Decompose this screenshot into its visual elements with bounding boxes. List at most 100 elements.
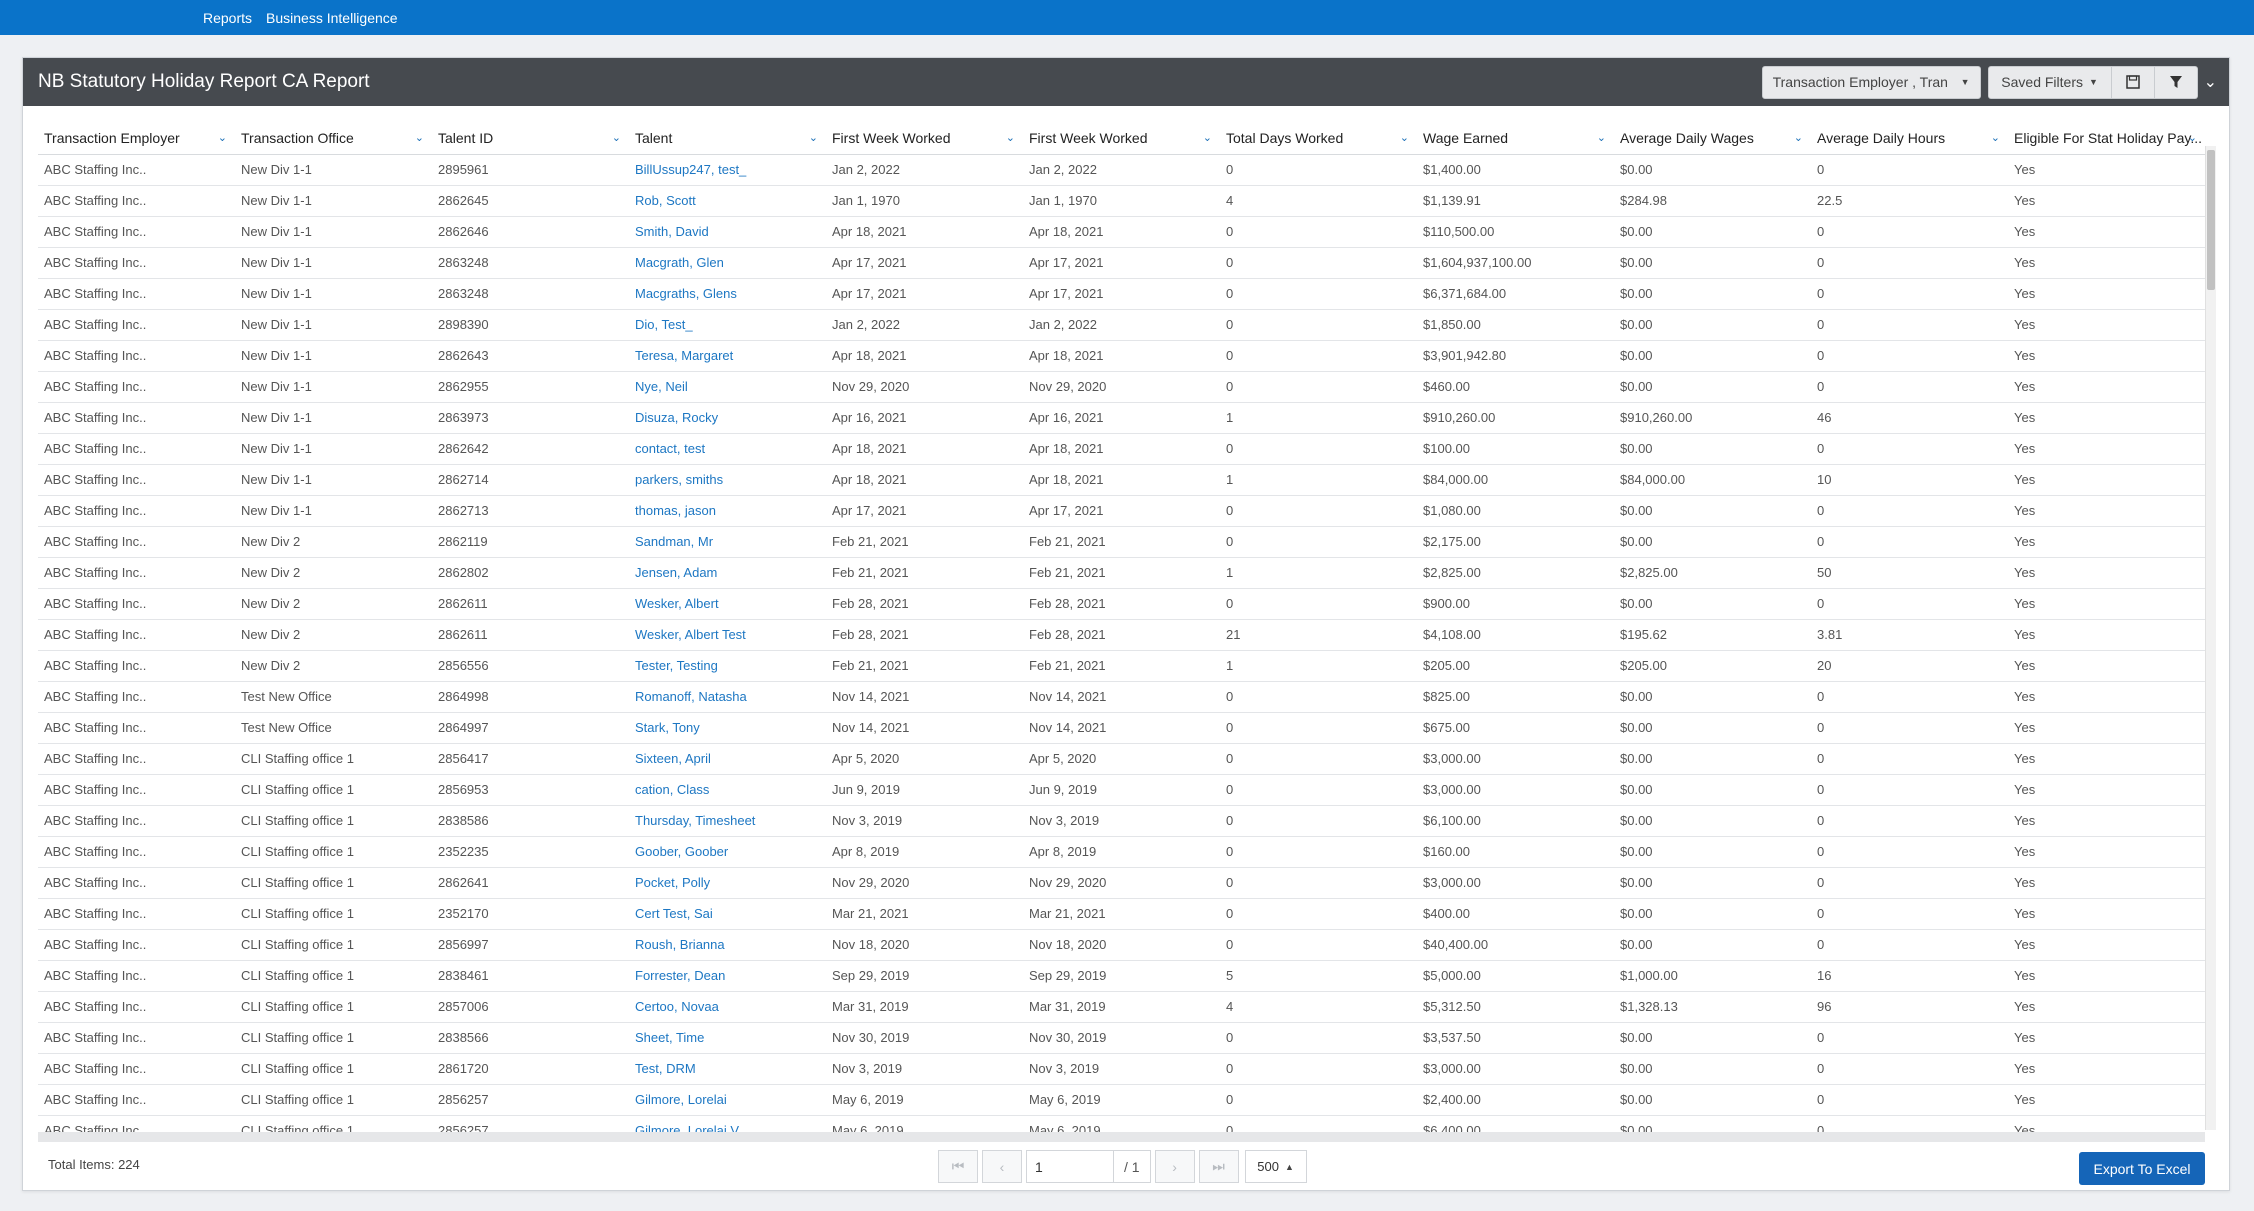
- talent-link[interactable]: Pocket, Polly: [629, 867, 826, 899]
- sort-caret-icon[interactable]: ⌄: [612, 131, 621, 144]
- talent-link[interactable]: Rob, Scott: [629, 185, 826, 217]
- talent-link[interactable]: Test, DRM: [629, 1053, 826, 1085]
- talent-link[interactable]: Certoo, Novaa: [629, 991, 826, 1023]
- table-row[interactable]: ABC Staffing Inc.. CLI Staffing office 12…: [38, 1084, 2205, 1116]
- talent-link[interactable]: Gilmore, Lorelai V: [629, 1115, 826, 1132]
- talent-link[interactable]: contact, test: [629, 433, 826, 465]
- talent-link[interactable]: Wesker, Albert Test: [629, 619, 826, 651]
- talent-link[interactable]: Macgrath, Glen: [629, 247, 826, 279]
- talent-link[interactable]: Teresa, Margaret: [629, 340, 826, 372]
- sort-caret-icon[interactable]: ⌄: [1794, 131, 1803, 144]
- table-row[interactable]: ABC Staffing Inc.. Test New Office 2864997…: [38, 712, 2205, 744]
- talent-link[interactable]: Romanoff, Natasha: [629, 681, 826, 713]
- talent-link[interactable]: Disuza, Rocky: [629, 402, 826, 434]
- sort-caret-icon[interactable]: ⌄: [415, 131, 424, 144]
- sort-caret-icon[interactable]: ⌄: [1203, 131, 1212, 144]
- talent-link[interactable]: cation, Class: [629, 774, 826, 806]
- save-button[interactable]: [2111, 65, 2155, 99]
- table-row[interactable]: ABC Staffing Inc.. CLI Staffing office 12…: [38, 991, 2205, 1023]
- column-header[interactable]: Transaction Office ⌄: [235, 122, 432, 155]
- table-row[interactable]: ABC Staffing Inc.. CLI Staffing office 12…: [38, 805, 2205, 837]
- table-row[interactable]: ABC Staffing Inc.. Test New Office 2864998…: [38, 681, 2205, 713]
- last-page-button[interactable]: ⏭: [1198, 1150, 1239, 1183]
- vertical-scrollbar[interactable]: [2205, 146, 2216, 1130]
- table-row[interactable]: ABC Staffing Inc.. CLI Staffing office 12…: [38, 867, 2205, 899]
- talent-link[interactable]: Dio, Test_: [629, 309, 826, 341]
- sort-caret-icon[interactable]: ⌄: [1006, 131, 1015, 144]
- sort-caret-icon[interactable]: ⌄: [2188, 131, 2197, 144]
- talent-link[interactable]: Stark, Tony: [629, 712, 826, 744]
- table-row[interactable]: ABC Staffing Inc.. CLI Staffing office 12…: [38, 743, 2205, 775]
- nav-business-intelligence[interactable]: Business Intelligence: [266, 10, 398, 26]
- table-row[interactable]: ABC Staffing Inc.. New Div 1-1 2862714 park…: [38, 464, 2205, 496]
- table-row[interactable]: ABC Staffing Inc.. CLI Staffing office 12…: [38, 898, 2205, 930]
- horizontal-scrollbar[interactable]: [38, 1132, 2205, 1142]
- table-row[interactable]: ABC Staffing Inc.. New Div 1-1 2898390 Dio,…: [38, 309, 2205, 341]
- table-row[interactable]: ABC Staffing Inc.. New Div 1-1 2862955 Nye,…: [38, 371, 2205, 403]
- prev-page-button[interactable]: ‹: [982, 1150, 1022, 1183]
- scrollbar-thumb[interactable]: [2207, 150, 2215, 290]
- column-header[interactable]: Average Daily Wages ⌄: [1614, 122, 1811, 155]
- column-header[interactable]: Talent ID ⌄: [432, 122, 629, 155]
- nav-reports[interactable]: Reports: [203, 10, 252, 26]
- talent-link[interactable]: Macgraths, Glens: [629, 278, 826, 310]
- talent-link[interactable]: Nye, Neil: [629, 371, 826, 403]
- first-page-button[interactable]: ⏮: [938, 1150, 978, 1183]
- talent-link[interactable]: BillUssup247, test_: [629, 154, 826, 186]
- column-header[interactable]: First Week Worked ⌄: [826, 122, 1023, 155]
- filter-button[interactable]: [2154, 65, 2198, 99]
- page-size-select[interactable]: 500 ▲: [1244, 1150, 1307, 1183]
- page-number-input[interactable]: [1026, 1150, 1114, 1183]
- sort-caret-icon[interactable]: ⌄: [1400, 131, 1409, 144]
- table-row[interactable]: ABC Staffing Inc.. New Div 2 2862611 Wesker…: [38, 619, 2205, 651]
- table-row[interactable]: ABC Staffing Inc.. New Div 1-1 2862645 Rob,…: [38, 185, 2205, 217]
- sort-caret-icon[interactable]: ⌄: [218, 131, 227, 144]
- sort-caret-icon[interactable]: ⌄: [1597, 131, 1606, 144]
- table-row[interactable]: ABC Staffing Inc.. CLI Staffing office 12…: [38, 929, 2205, 961]
- table-row[interactable]: ABC Staffing Inc.. New Div 1-1 2862642 cont…: [38, 433, 2205, 465]
- talent-link[interactable]: Forrester, Dean: [629, 960, 826, 992]
- talent-link[interactable]: Thursday, Timesheet: [629, 805, 826, 837]
- talent-link[interactable]: Cert Test, Sai: [629, 898, 826, 930]
- table-row[interactable]: ABC Staffing Inc.. New Div 1-1 2895961 Bill…: [38, 154, 2205, 186]
- table-row[interactable]: ABC Staffing Inc.. New Div 2 2862119 Sandma…: [38, 526, 2205, 558]
- table-row[interactable]: ABC Staffing Inc.. CLI Staffing office 12…: [38, 836, 2205, 868]
- column-header[interactable]: Total Days Worked ⌄: [1220, 122, 1417, 155]
- talent-link[interactable]: Tester, Testing: [629, 650, 826, 682]
- table-row[interactable]: ABC Staffing Inc.. CLI Staffing office 12…: [38, 1115, 2205, 1132]
- sort-caret-icon[interactable]: ⌄: [1991, 131, 2000, 144]
- sort-caret-icon[interactable]: ⌄: [809, 131, 818, 144]
- table-row[interactable]: ABC Staffing Inc.. New Div 2 2862611 Wesker…: [38, 588, 2205, 620]
- table-row[interactable]: ABC Staffing Inc.. New Div 1-1 2862646 Smit…: [38, 216, 2205, 248]
- column-header[interactable]: Talent ⌄: [629, 122, 826, 155]
- column-header[interactable]: Wage Earned ⌄: [1417, 122, 1614, 155]
- talent-link[interactable]: parkers, smiths: [629, 464, 826, 496]
- talent-link[interactable]: thomas, jason: [629, 495, 826, 527]
- table-row[interactable]: ABC Staffing Inc.. CLI Staffing office 12…: [38, 1053, 2205, 1085]
- talent-link[interactable]: Wesker, Albert: [629, 588, 826, 620]
- talent-link[interactable]: Sixteen, April: [629, 743, 826, 775]
- table-row[interactable]: ABC Staffing Inc.. New Div 2 2862802 Jensen…: [38, 557, 2205, 589]
- table-row[interactable]: ABC Staffing Inc.. New Div 2 2856556 Tester…: [38, 650, 2205, 682]
- saved-filters-button[interactable]: Saved Filters ▼: [1987, 65, 2112, 99]
- export-to-excel-button[interactable]: Export To Excel: [2079, 1152, 2205, 1185]
- table-row[interactable]: ABC Staffing Inc.. New Div 1-1 2863248 Macg…: [38, 278, 2205, 310]
- table-row[interactable]: ABC Staffing Inc.. CLI Staffing office 12…: [38, 774, 2205, 806]
- talent-link[interactable]: Goober, Goober: [629, 836, 826, 868]
- table-row[interactable]: ABC Staffing Inc.. New Div 1-1 2863248 Macg…: [38, 247, 2205, 279]
- chevron-down-icon[interactable]: ⌄: [2204, 72, 2217, 92]
- table-row[interactable]: ABC Staffing Inc.. New Div 1-1 2862643 Tere…: [38, 340, 2205, 372]
- talent-link[interactable]: Sheet, Time: [629, 1022, 826, 1054]
- talent-link[interactable]: Roush, Brianna: [629, 929, 826, 961]
- table-row[interactable]: ABC Staffing Inc.. New Div 1-1 2862713 thom…: [38, 495, 2205, 527]
- next-page-button[interactable]: ›: [1154, 1150, 1195, 1183]
- talent-link[interactable]: Sandman, Mr: [629, 526, 826, 558]
- table-row[interactable]: ABC Staffing Inc.. New Div 1-1 2863973 Disu…: [38, 402, 2205, 434]
- column-header[interactable]: Average Daily Hours ⌄: [1811, 122, 2008, 155]
- table-row[interactable]: ABC Staffing Inc.. CLI Staffing office 12…: [38, 1022, 2205, 1054]
- talent-link[interactable]: Jensen, Adam: [629, 557, 826, 589]
- column-header[interactable]: Transaction Employer ⌄: [38, 122, 235, 155]
- column-header[interactable]: Eligible For Stat Holiday Pay... ⌄: [2008, 122, 2205, 155]
- group-by-dropdown[interactable]: Transaction Employer , Tran ▼: [1761, 65, 1981, 99]
- column-header[interactable]: First Week Worked ⌄: [1023, 122, 1220, 155]
